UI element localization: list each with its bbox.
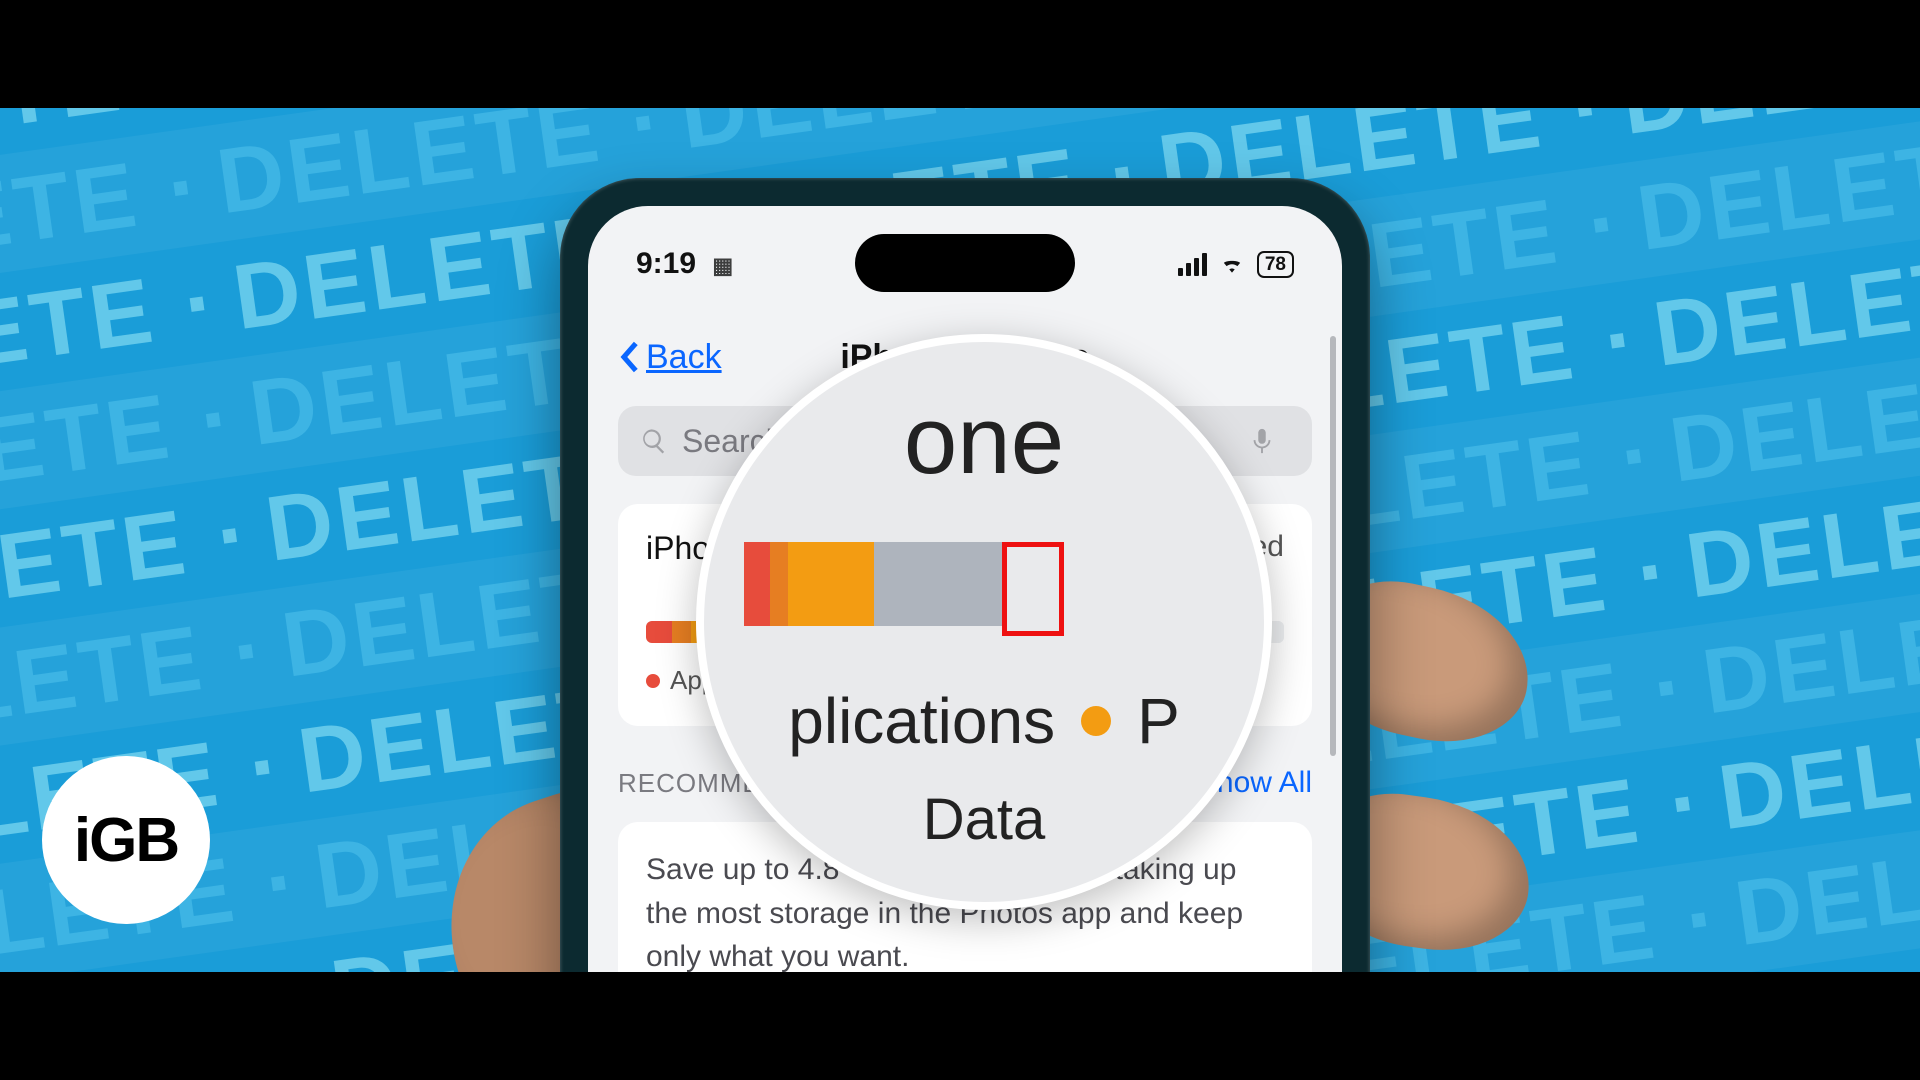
magnifier-storage-bar: [744, 542, 1224, 626]
status-time: 9:19: [636, 247, 696, 280]
legend-dot-apps: [646, 674, 660, 688]
status-bar: 9:19 ▦ 78: [588, 242, 1342, 286]
storage-seg-media: [672, 621, 691, 643]
dual-sim-icon: ▦: [712, 253, 733, 278]
magnifier-legend-photos: P: [1137, 684, 1180, 758]
magnifier-callout: one plications P Data: [696, 334, 1272, 910]
search-icon: [640, 427, 668, 455]
magnifier-highlight-box: [1002, 542, 1064, 636]
battery-indicator: 78: [1257, 251, 1294, 278]
igb-logo-badge: iGB: [42, 756, 210, 924]
chevron-left-icon: [618, 340, 640, 374]
igb-logo-text: iGB: [74, 805, 178, 876]
magnifier-legend-apps: plications: [788, 684, 1055, 758]
cellular-signal-icon: [1178, 253, 1207, 276]
magnifier-text-one: one: [744, 386, 1224, 496]
scroll-indicator: [1330, 336, 1336, 756]
magnifier-text-data: Data: [744, 786, 1224, 853]
storage-seg-apps: [646, 621, 672, 643]
magnifier-legend-row: plications P: [744, 684, 1224, 758]
magnifier-legend-dot-photos: [1081, 706, 1111, 736]
wifi-icon: [1219, 251, 1245, 277]
